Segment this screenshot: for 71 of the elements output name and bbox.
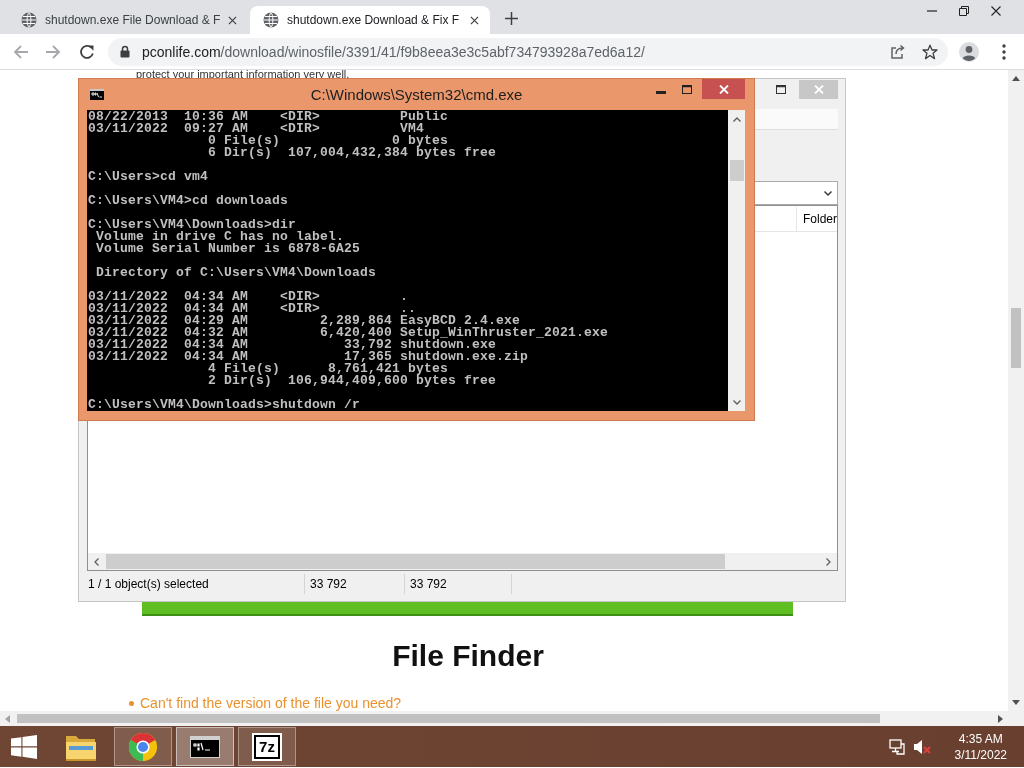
- console-line: 03/11/2022 04:34 AM <DIR> ..: [88, 303, 417, 315]
- console-line: C:\Users\VM4\Downloads>dir: [88, 219, 297, 231]
- browser-logo-icon: [128, 731, 158, 762]
- status-text: 33 792: [305, 574, 405, 594]
- close-icon[interactable]: [991, 6, 1001, 16]
- lock-icon: [120, 45, 130, 58]
- console-line: 2 Dir(s) 106,944,409,600 bytes free: [207, 375, 498, 387]
- console-line: Volume Serial Number is 6878-6A25: [95, 243, 362, 255]
- scrollbar-thumb[interactable]: [106, 554, 725, 569]
- section-heading: File Finder: [391, 638, 545, 674]
- console-line: 03/11/2022 04:32 AM 6,420,400 Setup_WinThruster_2021.exe: [88, 327, 610, 339]
- minimize-icon: [656, 90, 666, 94]
- column-header[interactable]: Folder: [796, 206, 837, 231]
- window-title: C:\Windows\System32\cmd.exe: [310, 85, 523, 105]
- console-line: Volume in drive C has no label.: [95, 231, 345, 243]
- console-line: C:\Users>cd vm4: [88, 171, 210, 183]
- tiles-logo-icon: [11, 734, 37, 759]
- scroll-down-icon[interactable]: [732, 400, 741, 405]
- maximize-icon: [776, 85, 786, 94]
- scroll-up-icon[interactable]: [732, 117, 741, 122]
- clock-time: 4:35 AM: [958, 730, 1003, 747]
- maximize-icon: [682, 84, 692, 94]
- network-icon[interactable]: [888, 737, 907, 756]
- console-line: 4 File(s) 8,761,421 bytes: [207, 363, 449, 375]
- app-logo: 7z: [254, 734, 280, 759]
- share-icon[interactable]: [890, 43, 906, 60]
- close-icon: [718, 84, 729, 94]
- status-text: 1 / 1 object(s) selected: [87, 574, 305, 594]
- close-button[interactable]: [702, 79, 745, 99]
- chevron-down-icon: [824, 190, 832, 196]
- scrollbar-thumb[interactable]: [1011, 308, 1021, 368]
- console-line: 03/11/2022 04:34 AM <DIR> .: [88, 291, 410, 303]
- console-line: Directory of C:\Users\VM4\Downloads: [95, 267, 378, 279]
- status-text: 33 792: [405, 574, 512, 594]
- scroll-down-icon[interactable]: [1012, 700, 1020, 705]
- console-line: 08/22/2013 10:36 AM <DIR> Public: [88, 111, 450, 123]
- console-line: 03/11/2022 09:27 AM <DIR> VM4: [88, 123, 425, 135]
- scrollbar-thumb[interactable]: [729, 160, 744, 181]
- restore-icon[interactable]: [959, 6, 969, 16]
- console-line: 6 Dir(s) 107,004,432,384 bytes free: [207, 147, 498, 159]
- reload-icon[interactable]: [79, 43, 95, 60]
- scrollbar-thumb[interactable]: [17, 714, 880, 723]
- console-line: 0 File(s) 0 bytes: [207, 135, 449, 147]
- scroll-left-icon[interactable]: [94, 557, 99, 566]
- browser-tab[interactable]: shutdown.exe File Download & F: [8, 6, 248, 34]
- plus-icon[interactable]: [505, 11, 518, 25]
- menu-icon[interactable]: [1002, 43, 1006, 60]
- clock-date: 3/11/2022: [954, 746, 1007, 763]
- console-line: C:\Users\VM4>cd downloads: [88, 195, 290, 207]
- console-line: 03/11/2022 04:34 AM 17,365 shutdown.exe.zip: [88, 351, 530, 363]
- scroll-right-icon[interactable]: [826, 557, 831, 566]
- console-line: 03/11/2022 04:34 AM 33,792 shutdown.exe: [88, 339, 497, 351]
- address-field[interactable]: pconlife.com/download/winosfile/3391/41/f9b8eea3e3c5abf734793928a7ed6a12/: [108, 37, 948, 66]
- bullet-icon: [129, 700, 134, 706]
- terminal-icon: [190, 735, 220, 758]
- console-line: 03/11/2022 04:29 AM 2,289,864 EasyBCD 2.4.exe: [88, 315, 521, 327]
- close-tab-icon[interactable]: [228, 15, 237, 25]
- speaker-muted-icon[interactable]: [912, 737, 931, 756]
- scroll-right-icon[interactable]: [998, 714, 1003, 723]
- terminal-icon: [90, 89, 104, 100]
- taskbar-app-button[interactable]: 7z: [238, 727, 296, 766]
- browser-tab[interactable]: shutdown.exe Download & Fix F: [250, 6, 490, 34]
- globe-icon: [21, 12, 37, 28]
- console-line: C:\Users\VM4\Downloads>shutdown /r: [88, 399, 362, 411]
- scroll-up-icon[interactable]: [1012, 76, 1020, 81]
- star-icon[interactable]: [922, 43, 938, 60]
- avatar-icon[interactable]: [959, 41, 979, 62]
- taskbar-app-button[interactable]: [176, 727, 234, 766]
- close-tab-icon[interactable]: [470, 15, 479, 25]
- close-icon: [813, 85, 824, 94]
- globe-icon: [263, 12, 279, 28]
